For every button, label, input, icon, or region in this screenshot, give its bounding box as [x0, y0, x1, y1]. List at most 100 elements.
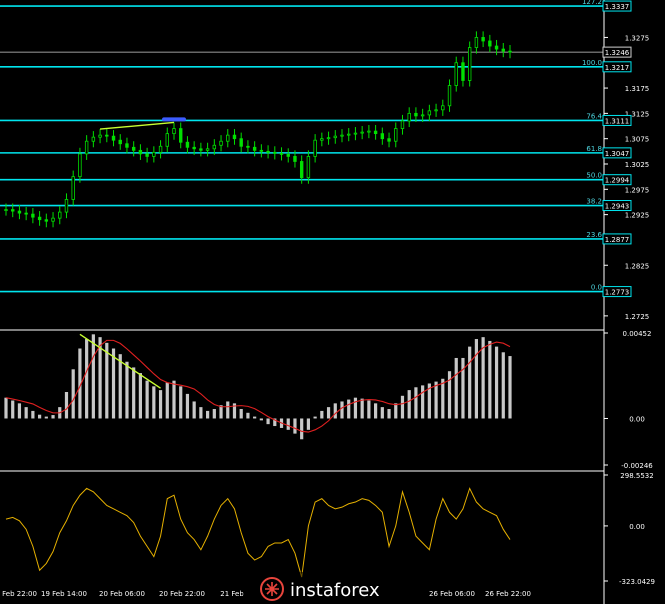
price-candle-body — [441, 105, 445, 111]
histogram-bar — [306, 418, 310, 430]
histogram-bar — [253, 416, 257, 419]
price-candle-body — [326, 137, 331, 140]
price-tick-label: 1.3175 — [625, 85, 650, 93]
price-candle-body — [420, 114, 425, 117]
price-candle-body — [219, 140, 223, 146]
watermark-text: instaforex — [290, 580, 380, 601]
price-candle-body — [105, 134, 109, 137]
price-tick-label: 1.2975 — [625, 186, 650, 194]
price-candle-body — [434, 109, 438, 112]
histogram-bar — [326, 407, 331, 419]
price-tick-label: 1.2725 — [625, 313, 650, 321]
price-candle-body — [192, 146, 196, 150]
histogram-bar — [286, 418, 290, 430]
time-axis-label: 26 Feb 06:00 — [429, 590, 475, 598]
histogram-bar — [51, 415, 55, 419]
fib-price-tag: 1.2773 — [605, 289, 630, 297]
histogram-bar — [212, 409, 216, 419]
price-candle-body — [145, 153, 149, 157]
histogram-bar — [152, 386, 156, 419]
histogram-bar — [185, 393, 190, 419]
price-candle-body — [273, 151, 277, 154]
histogram-tick-label: 0.00452 — [623, 330, 652, 338]
price-candle-body — [313, 139, 317, 157]
histogram-bar — [494, 346, 499, 419]
fib-price-tag: 1.3047 — [605, 150, 630, 158]
histogram-bar — [488, 340, 492, 419]
time-axis-label: 20 Feb 06:00 — [99, 590, 145, 598]
fib-level-name: 127.2 — [582, 0, 602, 6]
histogram-bar — [4, 397, 8, 419]
price-candle-body — [239, 138, 243, 147]
price-candle-body — [407, 112, 411, 122]
price-candle-body — [340, 134, 344, 137]
price-candle-body — [380, 133, 385, 140]
cci-tick-label: 0.00 — [629, 523, 645, 531]
price-candle-body — [333, 135, 337, 139]
price-candle-body — [205, 148, 210, 151]
histogram-tick-label: -0.00246 — [621, 462, 653, 470]
histogram-bar — [71, 369, 75, 419]
price-candle-body — [71, 176, 75, 200]
price-candle-body — [31, 213, 35, 218]
price-candle-body — [24, 212, 28, 215]
histogram-bar — [206, 410, 210, 419]
price-candle-body — [17, 210, 22, 214]
price-candle-body — [259, 149, 264, 152]
fib-level-name: 38.2 — [586, 198, 602, 206]
price-candle-body — [91, 136, 96, 142]
histogram-bar — [172, 380, 176, 419]
histogram-bar — [367, 400, 371, 419]
fib-level-name: 100.0 — [582, 59, 602, 67]
histogram-bar — [300, 418, 304, 440]
price-candle-body — [461, 62, 465, 81]
price-candle-body — [474, 37, 479, 48]
histogram-bar — [24, 407, 28, 419]
histogram-bar — [91, 334, 95, 419]
price-candle-body — [481, 37, 485, 42]
time-axis-label: 26 Feb 22:00 — [485, 590, 531, 598]
fib-level-name: 0.0 — [591, 284, 602, 292]
histogram-bar — [179, 386, 183, 419]
histogram-bar — [394, 403, 398, 419]
price-candle-body — [467, 47, 472, 81]
price-candle-body — [347, 133, 351, 136]
time-axis-label: 21 Feb — [220, 590, 244, 598]
price-candle-body — [373, 130, 378, 135]
fib-price-tag: 1.3111 — [605, 117, 630, 125]
histogram-bar — [447, 371, 452, 419]
price-candle-body — [266, 150, 270, 153]
histogram-bar — [199, 407, 203, 419]
price-candle-body — [44, 219, 49, 222]
fib-level-name: 61.8 — [586, 145, 602, 153]
price-candle-body — [4, 209, 8, 211]
price-tick-label: 1.3275 — [625, 34, 650, 42]
cci-tick-label: 298.5532 — [620, 472, 653, 480]
histogram-bar — [387, 409, 391, 419]
histogram-bar — [118, 354, 122, 419]
histogram-bar — [239, 409, 243, 419]
histogram-bar — [501, 352, 505, 419]
fib-price-tag: 1.2943 — [605, 203, 630, 211]
price-candle-body — [252, 146, 257, 151]
histogram-tick-label: 0.00 — [629, 415, 645, 423]
price-candle-body — [353, 132, 358, 135]
price-candle-body — [488, 40, 492, 47]
price-candle-body — [172, 128, 176, 135]
time-axis-label: 20 Feb 22:00 — [159, 590, 205, 598]
histogram-bar — [320, 410, 324, 419]
price-candle-body — [246, 145, 250, 148]
fib-level-name: 23.6 — [586, 231, 602, 239]
price-candle-body — [508, 50, 512, 53]
price-candle-body — [152, 151, 156, 157]
price-candle-body — [111, 135, 116, 141]
histogram-bar — [374, 403, 378, 419]
price-candle-body — [360, 131, 364, 134]
price-candle-body — [64, 199, 69, 213]
fib-level-name: 50.0 — [586, 172, 602, 180]
histogram-bar — [454, 357, 458, 419]
price-candle-body — [138, 149, 143, 155]
price-candle-body — [84, 140, 89, 155]
histogram-bar — [158, 390, 163, 419]
price-candle-body — [118, 139, 122, 145]
